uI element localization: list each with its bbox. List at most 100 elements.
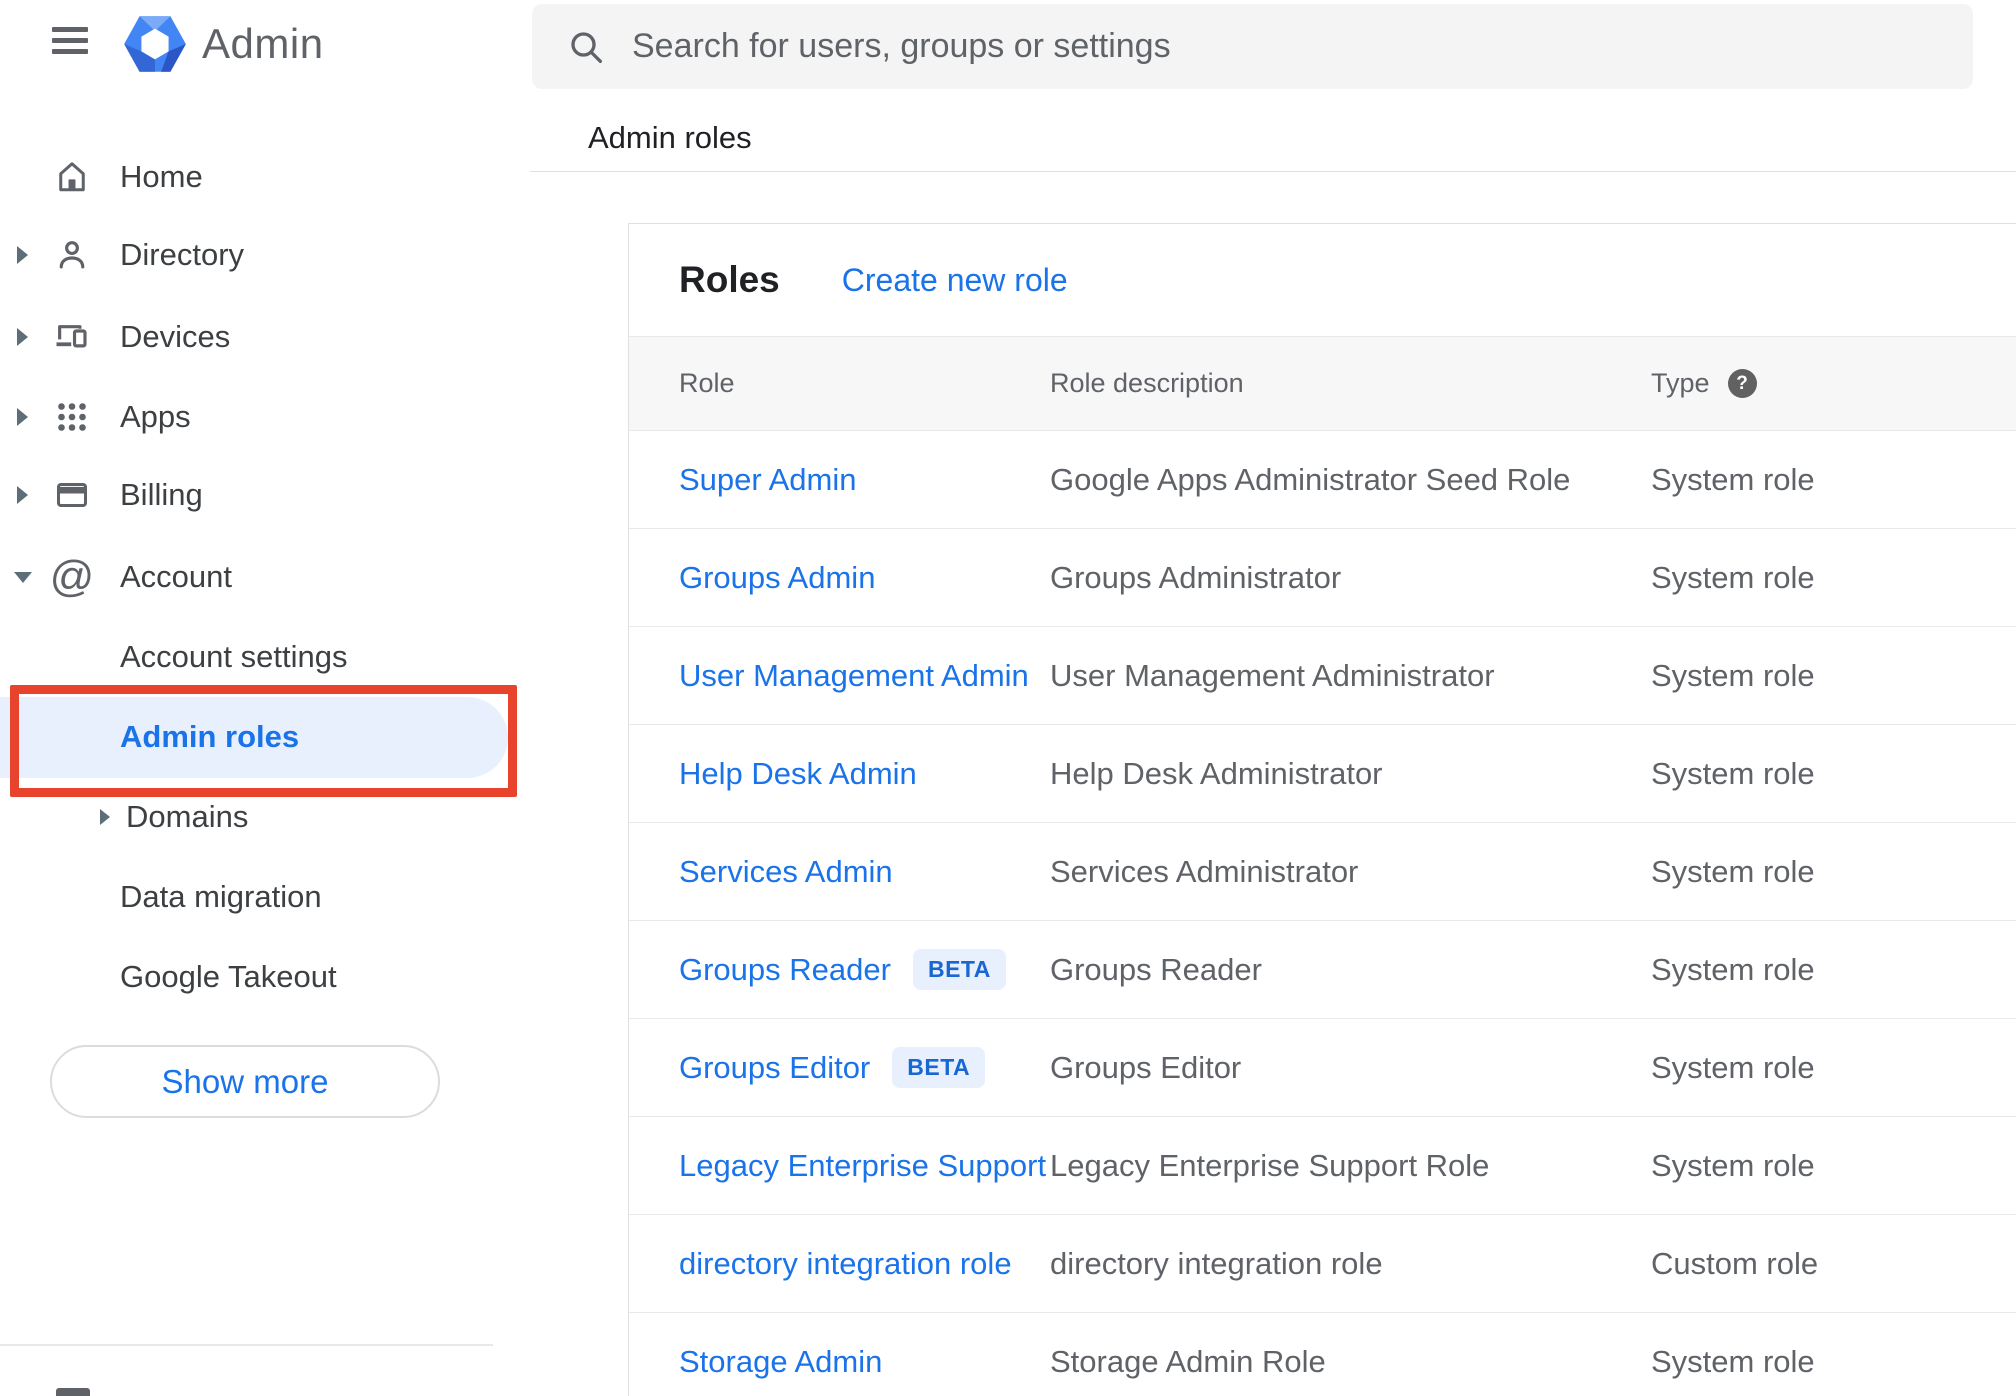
table-row: directory integration role directory int… xyxy=(629,1215,2016,1313)
sidebar-item-label: Domains xyxy=(126,799,249,834)
at-sign-icon: @ xyxy=(49,552,95,601)
role-link[interactable]: Groups Editor xyxy=(679,1050,870,1086)
sidebar-item-label: Admin roles xyxy=(120,719,300,754)
sidebar-item-label: Devices xyxy=(120,319,231,354)
table-row: User Management Admin User Management Ad… xyxy=(629,627,2016,725)
sidebar-item-directory[interactable]: Directory xyxy=(0,215,517,295)
sidebar-item-devices[interactable]: Devices xyxy=(0,297,517,377)
role-description: Groups Administrator xyxy=(1050,559,1342,595)
admin-console: Admin Home Directory Devices Apps Billin… xyxy=(0,0,2016,1396)
table-row: Groups Reader BETA Groups Reader System … xyxy=(629,921,2016,1019)
table-row: Super Admin Google Apps Administrator Se… xyxy=(629,431,2016,529)
role-description: Groups Editor xyxy=(1050,1049,1242,1085)
role-type: System role xyxy=(1651,657,1815,693)
header-divider xyxy=(530,171,2016,172)
role-type: System role xyxy=(1651,461,1815,497)
person-icon xyxy=(52,235,92,275)
role-type: System role xyxy=(1651,1147,1815,1183)
role-link[interactable]: Groups Admin xyxy=(679,560,875,596)
role-link[interactable]: Storage Admin xyxy=(679,1344,882,1380)
admin-logo-icon xyxy=(124,15,186,78)
role-description: Groups Reader xyxy=(1050,951,1262,987)
breadcrumb: Admin roles xyxy=(588,120,752,155)
role-description: User Management Administrator xyxy=(1050,657,1495,693)
table-row: Services Admin Services Administrator Sy… xyxy=(629,823,2016,921)
sidebar-item-account-settings[interactable]: Account settings xyxy=(0,617,517,697)
role-type: System role xyxy=(1651,755,1815,791)
sidebar-item-label: Account xyxy=(120,559,233,594)
role-type: System role xyxy=(1651,559,1815,595)
role-link[interactable]: User Management Admin xyxy=(679,658,1029,694)
sidebar-item-label: Data migration xyxy=(120,879,322,914)
column-type-label: Type xyxy=(1651,368,1710,398)
role-link[interactable]: Help Desk Admin xyxy=(679,756,917,792)
sidebar-item-label: Billing xyxy=(120,477,203,512)
expand-arrow-icon[interactable] xyxy=(17,408,28,426)
column-role: Role xyxy=(679,368,735,398)
hamburger-menu-icon[interactable] xyxy=(52,27,88,55)
sidebar: Admin Home Directory Devices Apps Billin… xyxy=(0,0,517,1396)
sidebar-item-label: Home xyxy=(120,159,203,194)
brand-title: Admin xyxy=(202,20,324,67)
search-input[interactable] xyxy=(632,27,1912,66)
expand-arrow-icon[interactable] xyxy=(100,809,110,825)
role-description: Google Apps Administrator Seed Role xyxy=(1050,461,1571,497)
sidebar-item-data-migration[interactable]: Data migration xyxy=(0,857,517,937)
page-title: Roles xyxy=(679,259,780,300)
search-icon xyxy=(566,27,606,67)
role-description: directory integration role xyxy=(1050,1245,1383,1281)
credit-card-icon xyxy=(52,475,92,515)
role-link[interactable]: directory integration role xyxy=(679,1246,1012,1282)
role-type: System role xyxy=(1651,853,1815,889)
role-description: Services Administrator xyxy=(1050,853,1359,889)
sidebar-item-home[interactable]: Home xyxy=(0,137,517,217)
sidebar-item-label: Apps xyxy=(120,399,191,434)
role-link[interactable]: Groups Reader xyxy=(679,952,891,988)
table-column-header: Role Role description Type ? xyxy=(629,336,2016,431)
create-new-role-link[interactable]: Create new role xyxy=(842,262,1068,299)
sidebar-item-admin-roles[interactable]: Admin roles xyxy=(0,697,517,777)
table-row: Groups Editor BETA Groups Editor System … xyxy=(629,1019,2016,1117)
sidebar-item-label: Google Takeout xyxy=(120,959,337,994)
table-row: Storage Admin Storage Admin Role System … xyxy=(629,1313,2016,1396)
role-link[interactable]: Legacy Enterprise Support xyxy=(679,1148,1046,1184)
expand-arrow-icon[interactable] xyxy=(17,486,28,504)
role-link[interactable]: Services Admin xyxy=(679,854,893,890)
role-description: Storage Admin Role xyxy=(1050,1343,1326,1379)
roles-card: Roles Create new role Role Role descript… xyxy=(628,223,2016,1396)
role-type: Custom role xyxy=(1651,1245,1819,1281)
devices-icon xyxy=(52,317,92,357)
roles-card-header: Roles Create new role xyxy=(629,224,2016,336)
column-type: Type ? xyxy=(1651,368,2016,399)
collapse-arrow-icon[interactable] xyxy=(14,571,32,583)
role-description: Legacy Enterprise Support Role xyxy=(1050,1147,1490,1183)
expand-arrow-icon[interactable] xyxy=(17,328,28,346)
show-more-label: Show more xyxy=(161,1062,329,1100)
table-row: Groups Admin Groups Administrator System… xyxy=(629,529,2016,627)
column-role-description: Role description xyxy=(1050,368,1244,398)
apps-grid-icon xyxy=(52,397,92,437)
role-type: System role xyxy=(1651,1049,1815,1085)
expand-arrow-icon[interactable] xyxy=(17,246,28,264)
role-description: Help Desk Administrator xyxy=(1050,755,1383,791)
role-link[interactable]: Super Admin xyxy=(679,462,857,498)
role-type: System role xyxy=(1651,951,1815,987)
table-row: Help Desk Admin Help Desk Administrator … xyxy=(629,725,2016,823)
sidebar-item-label: Directory xyxy=(120,237,245,272)
support-icon[interactable] xyxy=(56,1388,90,1396)
sidebar-item-account[interactable]: @ Account xyxy=(0,537,517,617)
role-type: System role xyxy=(1651,1343,1815,1379)
home-icon xyxy=(52,157,92,197)
sidebar-divider xyxy=(0,1344,493,1346)
sidebar-item-apps[interactable]: Apps xyxy=(0,377,517,457)
help-icon[interactable]: ? xyxy=(1727,369,1757,398)
sidebar-item-domains[interactable]: Domains xyxy=(0,777,517,857)
beta-badge: BETA xyxy=(912,949,1006,990)
table-row: Legacy Enterprise Support Legacy Enterpr… xyxy=(629,1117,2016,1215)
sidebar-item-billing[interactable]: Billing xyxy=(0,455,517,535)
show-more-button[interactable]: Show more xyxy=(50,1045,440,1118)
search-bar[interactable] xyxy=(532,4,1973,89)
sidebar-item-google-takeout[interactable]: Google Takeout xyxy=(0,937,517,1017)
beta-badge: BETA xyxy=(892,1047,986,1088)
sidebar-item-label: Account settings xyxy=(120,639,348,674)
